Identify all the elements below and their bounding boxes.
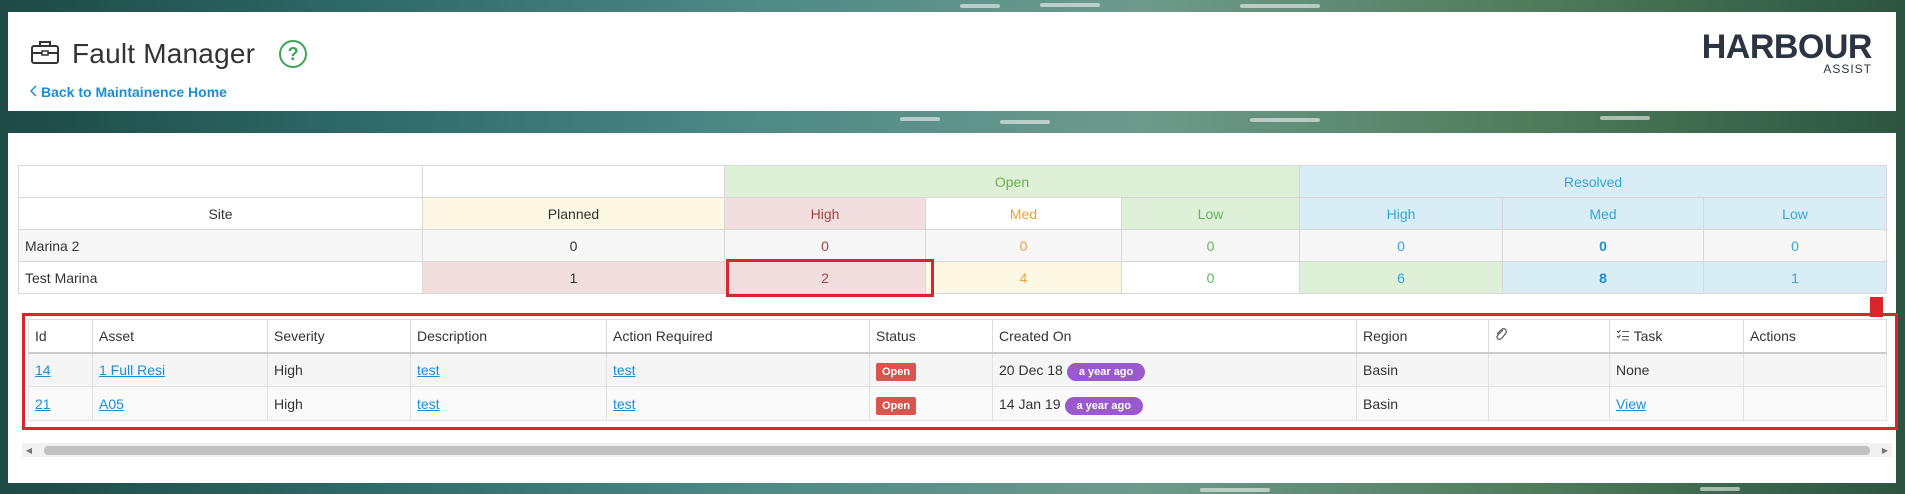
checklist-icon — [1616, 328, 1634, 344]
site-name: Test Marina — [18, 261, 423, 294]
header-open-high: High — [724, 197, 926, 230]
header-site: Site — [18, 197, 423, 230]
col-description[interactable]: Description — [410, 319, 607, 354]
chevron-left-icon — [29, 84, 38, 100]
paperclip-icon — [1495, 328, 1507, 344]
resolved-high-count[interactable]: 6 — [1299, 261, 1503, 294]
col-task-label: Task — [1633, 327, 1663, 344]
header-open-med: Med — [925, 197, 1122, 230]
col-asset[interactable]: Asset — [92, 319, 268, 354]
col-region[interactable]: Region — [1356, 319, 1489, 354]
table-row[interactable]: 14 1 Full Resi High test test Open 20 De… — [28, 352, 1887, 387]
planned-count[interactable]: 0 — [422, 229, 725, 262]
resolved-low-count[interactable]: 1 — [1702, 261, 1888, 294]
actions-cell — [1743, 352, 1887, 387]
description-link[interactable]: test — [417, 362, 440, 378]
created-on-cell: 20 Dec 18 a year ago — [992, 352, 1357, 387]
group-resolved-header: Resolved — [1298, 165, 1888, 198]
back-to-maintenance-link[interactable]: Back to Maintainence Home — [29, 84, 227, 100]
fault-id-link[interactable]: 21 — [35, 396, 51, 412]
col-created-on[interactable]: Created On — [992, 319, 1357, 354]
page-title: Fault Manager — [72, 38, 256, 69]
action-required-link[interactable]: test — [613, 396, 636, 412]
severity: High — [267, 386, 411, 421]
briefcase-icon — [30, 39, 60, 70]
created-date: 20 Dec 18 — [999, 361, 1063, 378]
severity: High — [267, 352, 411, 387]
back-link-label: Back to Maintainence Home — [41, 84, 227, 100]
summary-row-marina-2: Marina 2 0 0 0 0 0 0 0 — [18, 229, 1888, 262]
status-badge: Open — [876, 396, 917, 415]
header-open-low: Low — [1121, 197, 1300, 230]
logo-main-text: HARBOUR — [1701, 28, 1873, 66]
summary-row-test-marina: Test Marina 1 2 4 0 6 8 1 — [18, 261, 1888, 294]
task-view-link[interactable]: View — [1616, 396, 1646, 412]
resolved-med-count[interactable]: 8 — [1502, 261, 1704, 294]
table-row[interactable]: 21 A05 High test test Open 14 Jan 19 a ye… — [28, 386, 1887, 421]
action-required-link[interactable]: test — [613, 362, 636, 378]
attachment-cell — [1488, 352, 1610, 387]
scrollbar-thumb[interactable] — [44, 446, 1870, 455]
created-on-cell: 14 Jan 19 a year ago — [992, 386, 1357, 421]
summary-group-row: Open Resolved — [18, 165, 1888, 198]
task-cell: None — [1609, 352, 1744, 387]
status-badge: Open — [876, 362, 917, 381]
title-row: Fault Manager ? — [30, 38, 308, 70]
selected-cell-highlight — [726, 259, 934, 297]
open-low-count[interactable]: 0 — [1121, 261, 1300, 294]
header-resolved-low: Low — [1702, 197, 1888, 230]
help-circle-icon[interactable]: ? — [279, 40, 308, 68]
attachment-cell — [1488, 386, 1610, 421]
summary-table: Open Resolved Site Planned High Med Low … — [18, 165, 1888, 294]
asset-link[interactable]: A05 — [99, 396, 124, 412]
horizontal-scrollbar[interactable]: ◀ ▶ — [22, 443, 1892, 457]
fault-list-header: Id Asset Severity Description Action Req… — [28, 319, 1887, 354]
open-med-count[interactable]: 0 — [925, 229, 1122, 262]
col-status[interactable]: Status — [869, 319, 993, 354]
actions-cell — [1743, 386, 1887, 421]
header-resolved-high: High — [1299, 197, 1503, 230]
harbour-assist-logo: HARBOUR ASSIST — [1701, 28, 1873, 76]
time-ago-badge: a year ago — [1064, 396, 1143, 415]
col-action-required[interactable]: Action Required — [606, 319, 870, 354]
col-severity[interactable]: Severity — [267, 319, 411, 354]
fault-list-table: Id Asset Severity Description Action Req… — [28, 319, 1887, 421]
planned-count[interactable]: 1 — [422, 261, 725, 294]
content-panel: Open Resolved Site Planned High Med Low … — [8, 133, 1898, 483]
asset-link[interactable]: 1 Full Resi — [99, 362, 165, 378]
header-resolved-med: Med — [1502, 197, 1704, 230]
col-actions[interactable]: Actions — [1743, 319, 1887, 354]
created-date: 14 Jan 19 — [999, 395, 1061, 412]
resolved-med-count[interactable]: 0 — [1502, 229, 1704, 262]
fault-id-link[interactable]: 14 — [35, 362, 51, 378]
region: Basin — [1356, 386, 1489, 421]
col-attachment[interactable] — [1488, 319, 1610, 354]
open-low-count[interactable]: 0 — [1121, 229, 1300, 262]
col-task[interactable]: Task — [1609, 319, 1744, 354]
region: Basin — [1356, 352, 1489, 387]
open-med-count[interactable]: 4 — [925, 261, 1122, 294]
description-link[interactable]: test — [417, 396, 440, 412]
time-ago-badge: a year ago — [1066, 362, 1146, 381]
col-id[interactable]: Id — [28, 319, 93, 354]
open-high-count[interactable]: 0 — [724, 229, 926, 262]
page-header: Fault Manager ? Back to Maintainence Hom… — [8, 12, 1896, 111]
header-planned: Planned — [422, 197, 725, 230]
resolved-low-count[interactable]: 0 — [1702, 229, 1888, 262]
group-open-header: Open — [724, 165, 1300, 198]
resolved-high-count[interactable]: 0 — [1299, 229, 1503, 262]
scroll-right-arrow-icon[interactable]: ▶ — [1878, 443, 1892, 457]
site-name: Marina 2 — [18, 229, 423, 262]
summary-header-row: Site Planned High Med Low High Med Low — [18, 197, 1888, 230]
scroll-left-arrow-icon[interactable]: ◀ — [22, 443, 36, 457]
